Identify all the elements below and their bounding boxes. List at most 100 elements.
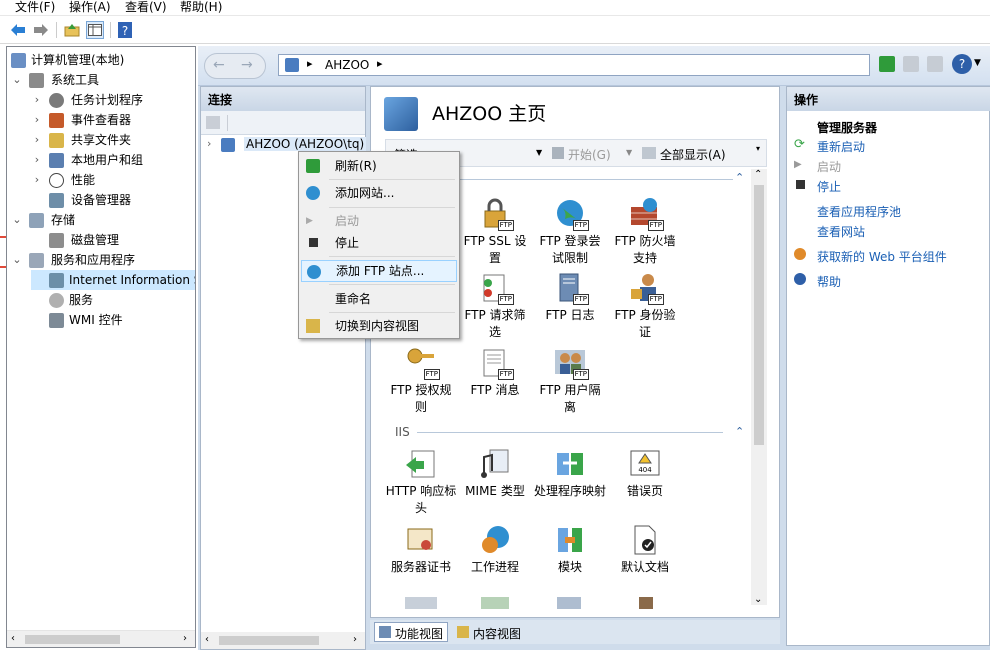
tree-local-users[interactable]: › 本地用户和组: [31, 150, 195, 170]
storage-icon: [29, 213, 44, 228]
feature-ftp-request-filter[interactable]: FTP FTP 请求筛选: [459, 271, 531, 341]
menu-file[interactable]: 文件(F): [15, 0, 55, 15]
chevron-right-icon[interactable]: ›: [207, 137, 211, 150]
tree-task-scheduler[interactable]: › 任务计划程序: [31, 90, 195, 110]
help-link[interactable]: 帮助: [817, 273, 841, 290]
up-folder-icon[interactable]: [63, 21, 81, 39]
menu-item-rename[interactable]: 重命名: [301, 288, 457, 310]
restart-link[interactable]: 重新启动: [817, 138, 865, 155]
feature-default-document[interactable]: 默认文档: [609, 523, 681, 576]
tab-content-view[interactable]: 内容视图: [452, 622, 526, 642]
tab-features-view[interactable]: 功能视图: [374, 622, 449, 642]
tree-root[interactable]: 计算机管理(本地): [9, 50, 195, 70]
tree-wmi[interactable]: WMI 控件: [31, 310, 195, 330]
feature-ftp-firewall[interactable]: FTP FTP 防火墙支持: [609, 197, 681, 267]
tree-iis[interactable]: Internet Information S: [31, 270, 195, 290]
feature-ftp-authentication[interactable]: FTP FTP 身份验证: [609, 271, 681, 341]
nav-forward-icon[interactable]: →: [241, 57, 253, 73]
feature-ftp-logon-limit[interactable]: FTP FTP 登录尝试限制: [534, 197, 606, 267]
get-web-platform-link[interactable]: 获取新的 Web 平台组件: [817, 248, 947, 265]
feature-mime-types[interactable]: MIME 类型: [459, 447, 531, 500]
feature-ftp-log[interactable]: FTP FTP 日志: [534, 271, 606, 324]
console-tree-icon[interactable]: [86, 21, 104, 39]
menu-help[interactable]: 帮助(H): [180, 0, 222, 15]
content-view-icon: [306, 319, 320, 333]
menu-action[interactable]: 操作(A): [69, 0, 111, 15]
chevron-right-icon[interactable]: ›: [31, 110, 43, 130]
help-icon[interactable]: ?: [952, 54, 972, 74]
vertical-scrollbar[interactable]: ⌃ ⌄: [751, 169, 767, 605]
chevron-right-icon[interactable]: ›: [31, 130, 43, 150]
collapse-icon[interactable]: ⌃: [735, 425, 744, 438]
feature-ftp-messages[interactable]: FTP FTP 消息: [459, 346, 531, 399]
chevron-down-icon[interactable]: ⌄: [11, 210, 23, 230]
chevron-down-icon[interactable]: ⌄: [11, 250, 23, 270]
shared-folder-icon: [49, 133, 64, 148]
forward-arrow-icon[interactable]: [32, 21, 50, 39]
chevron-down-icon[interactable]: ⌄: [11, 70, 23, 90]
menu-view[interactable]: 查看(V): [125, 0, 167, 15]
breadcrumb-arrow-icon: ▸: [307, 57, 313, 70]
scroll-right-icon[interactable]: ›: [353, 634, 357, 645]
feature-ftp-user-isolation[interactable]: FTP FTP 用户隔离: [534, 346, 606, 416]
menu-item-add-ftp-site[interactable]: 添加 FTP 站点...: [301, 260, 457, 282]
tree-device-manager[interactable]: 设备管理器: [31, 190, 195, 210]
menu-item-start[interactable]: ▶ 启动: [301, 210, 457, 232]
restart-icon: ⟳: [794, 137, 805, 152]
horizontal-scrollbar[interactable]: ‹ ›: [201, 632, 365, 649]
chevron-down-icon[interactable]: ▼: [974, 58, 981, 68]
start-link[interactable]: 启动: [817, 158, 841, 175]
address-box[interactable]: ▸ AHZOO ▸: [278, 54, 870, 76]
chevron-down-icon[interactable]: ▼: [626, 148, 632, 157]
scroll-right-icon[interactable]: ›: [183, 633, 187, 644]
scroll-down-icon[interactable]: ⌄: [754, 594, 762, 605]
stop-icon[interactable]: [903, 56, 919, 72]
tree-services-apps[interactable]: ⌄ 服务和应用程序: [11, 250, 195, 270]
tree-system-tools[interactable]: ⌄ 系统工具: [11, 70, 195, 90]
menu-item-switch-content-view[interactable]: 切换到内容视图: [301, 315, 457, 337]
view-app-pools-link[interactable]: 查看应用程序池: [817, 203, 901, 220]
menu-separator: [329, 256, 455, 257]
horizontal-scrollbar[interactable]: ‹ ›: [7, 630, 195, 647]
chevron-right-icon[interactable]: ›: [31, 170, 43, 190]
feature-error-pages[interactable]: 404 错误页: [609, 447, 681, 500]
home-icon[interactable]: [927, 56, 943, 72]
chevron-down-icon[interactable]: ▾: [756, 144, 760, 153]
refresh-icon[interactable]: [879, 56, 895, 72]
feature-ftp-authorization[interactable]: FTP FTP 授权规则: [385, 346, 457, 416]
scroll-left-icon[interactable]: ‹: [11, 633, 15, 644]
start-filter-button[interactable]: 开始(G): [568, 146, 611, 163]
show-all-button[interactable]: 全部显示(A): [660, 146, 726, 163]
nav-back-icon[interactable]: ←: [213, 57, 225, 73]
scroll-left-icon[interactable]: ‹: [205, 634, 209, 645]
back-arrow-icon[interactable]: [9, 21, 27, 39]
tree-event-viewer[interactable]: › 事件查看器: [31, 110, 195, 130]
menu-item-refresh[interactable]: 刷新(R): [301, 155, 457, 177]
header-icon: [404, 447, 438, 481]
tree-storage[interactable]: ⌄ 存储: [11, 210, 195, 230]
tree-performance[interactable]: › 性能: [31, 170, 195, 190]
collapse-icon[interactable]: ⌃: [735, 171, 744, 184]
scroll-thumb[interactable]: [754, 185, 764, 445]
server-node[interactable]: AHZOO (AHZOO\tq): [244, 137, 367, 151]
menu-item-add-site[interactable]: 添加网站...: [301, 182, 457, 204]
chevron-right-icon[interactable]: ›: [31, 90, 43, 110]
feature-worker-processes[interactable]: 工作进程: [459, 523, 531, 576]
feature-modules[interactable]: 模块: [534, 523, 606, 576]
chevron-right-icon[interactable]: ›: [31, 150, 43, 170]
stop-link[interactable]: 停止: [817, 178, 841, 195]
globe-add-icon: [306, 186, 320, 200]
feature-ftp-ssl[interactable]: FTP FTP SSL 设置: [459, 197, 531, 267]
chevron-down-icon[interactable]: ▼: [536, 148, 542, 157]
feature-http-headers[interactable]: HTTP 响应标头: [385, 447, 457, 517]
view-sites-link[interactable]: 查看网站: [817, 223, 865, 240]
help-icon[interactable]: ?: [116, 21, 134, 39]
tree-disk-management[interactable]: 磁盘管理: [31, 230, 195, 250]
tree-shared-folders[interactable]: › 共享文件夹: [31, 130, 195, 150]
new-connection-icon[interactable]: [206, 116, 220, 129]
tree-services[interactable]: 服务: [31, 290, 195, 310]
feature-server-certificates[interactable]: 服务器证书: [385, 523, 457, 576]
scroll-up-icon[interactable]: ⌃: [754, 169, 762, 180]
menu-item-stop[interactable]: 停止: [301, 232, 457, 254]
feature-handler-mappings[interactable]: 处理程序映射: [534, 447, 606, 500]
